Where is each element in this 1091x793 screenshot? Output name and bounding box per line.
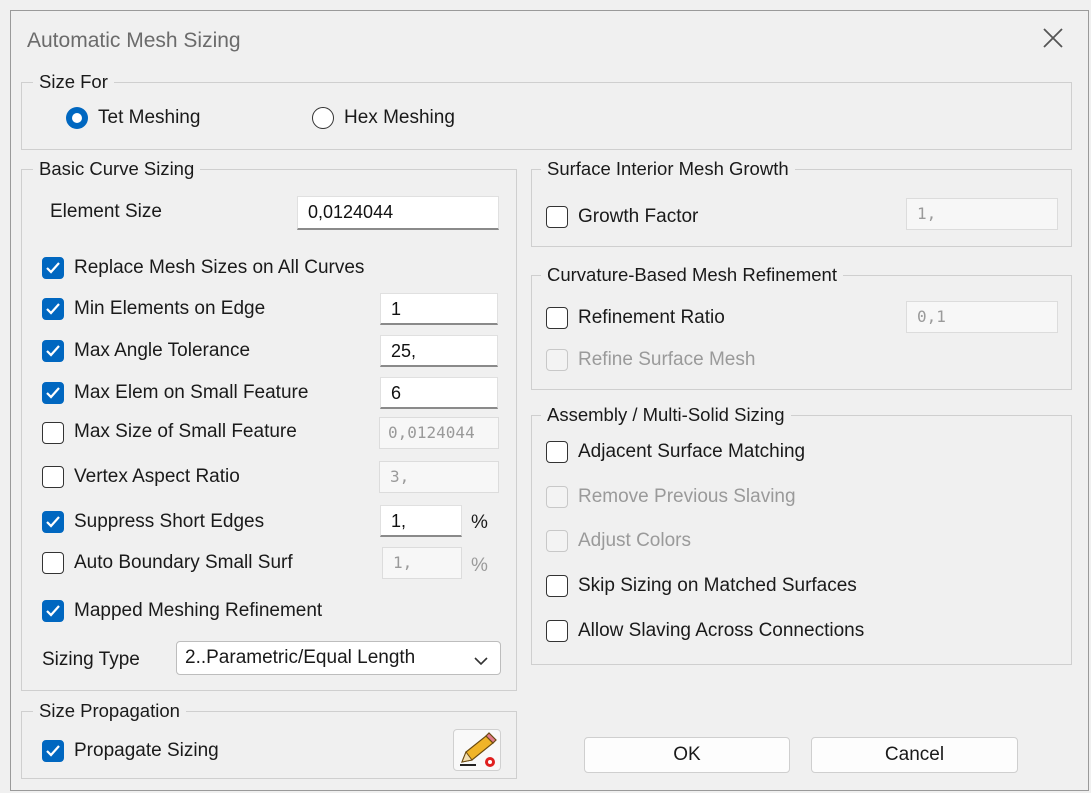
sizing-type-select[interactable]: 2..Parametric/Equal Length [176, 641, 501, 675]
max-angle-label[interactable]: Max Angle Tolerance [74, 339, 250, 363]
growth-factor-checkbox[interactable] [546, 206, 568, 228]
max-elem-label[interactable]: Max Elem on Small Feature [74, 381, 308, 405]
element-size-label: Element Size [50, 201, 162, 222]
close-icon[interactable] [1036, 21, 1070, 55]
suppress-short-edges-label[interactable]: Suppress Short Edges [74, 510, 264, 534]
sizing-type-label: Sizing Type [42, 649, 140, 670]
tet-meshing-radio[interactable] [66, 107, 88, 129]
vertex-aspect-label[interactable]: Vertex Aspect Ratio [74, 465, 240, 489]
adjust-colors-checkbox[interactable] [546, 530, 568, 552]
min-elements-label[interactable]: Min Elements on Edge [74, 297, 265, 321]
suppress-percent-unit: % [471, 512, 488, 533]
suppress-short-edges-checkbox[interactable] [42, 511, 64, 533]
chevron-down-icon [473, 651, 489, 673]
propagate-sizing-checkbox[interactable] [42, 740, 64, 762]
max-size-checkbox[interactable] [42, 422, 64, 444]
max-size-label[interactable]: Max Size of Small Feature [74, 420, 297, 444]
growth-label: Surface Interior Mesh Growth [541, 158, 795, 180]
vertex-aspect-input[interactable]: 3, [379, 461, 499, 493]
dialog-title: Automatic Mesh Sizing [27, 29, 241, 52]
size-for-label: Size For [33, 71, 114, 93]
growth-factor-label[interactable]: Growth Factor [578, 205, 698, 229]
min-elements-checkbox[interactable] [42, 298, 64, 320]
refinement-ratio-input[interactable]: 0,1 [906, 301, 1058, 333]
sizing-type-value: 2..Parametric/Equal Length [185, 647, 416, 668]
refine-surface-mesh-label[interactable]: Refine Surface Mesh [578, 348, 755, 372]
min-elements-input[interactable]: 1 [380, 293, 498, 325]
hex-meshing-label[interactable]: Hex Meshing [344, 106, 455, 130]
refine-surface-mesh-checkbox[interactable] [546, 349, 568, 371]
vertex-aspect-checkbox[interactable] [42, 466, 64, 488]
adjacent-surface-checkbox[interactable] [546, 441, 568, 463]
auto-boundary-label[interactable]: Auto Boundary Small Surf [74, 551, 293, 575]
max-angle-checkbox[interactable] [42, 340, 64, 362]
replace-mesh-sizes-checkbox[interactable] [42, 257, 64, 279]
refinement-ratio-checkbox[interactable] [546, 307, 568, 329]
auto-boundary-checkbox[interactable] [42, 552, 64, 574]
tet-meshing-label[interactable]: Tet Meshing [98, 106, 200, 130]
max-angle-input[interactable]: 25, [380, 335, 498, 367]
refinement-ratio-label[interactable]: Refinement Ratio [578, 306, 725, 330]
remove-slaving-checkbox[interactable] [546, 486, 568, 508]
suppress-short-edges-input[interactable]: 1, [380, 505, 462, 537]
growth-factor-input[interactable]: 1, [906, 198, 1058, 230]
skip-sizing-label[interactable]: Skip Sizing on Matched Surfaces [578, 574, 857, 598]
edit-pencil-icon[interactable] [453, 729, 501, 771]
hex-meshing-radio[interactable] [312, 107, 334, 129]
max-elem-input[interactable]: 6 [380, 377, 498, 409]
propagate-sizing-label[interactable]: Propagate Sizing [74, 739, 219, 763]
element-size-input[interactable]: 0,0124044 [297, 196, 499, 230]
mapped-meshing-checkbox[interactable] [42, 600, 64, 622]
max-size-input[interactable]: 0,0124044 [379, 417, 499, 449]
adjust-colors-label[interactable]: Adjust Colors [578, 529, 691, 553]
size-propagation-label: Size Propagation [33, 700, 186, 722]
cancel-button[interactable]: Cancel [811, 737, 1018, 773]
replace-mesh-sizes-label[interactable]: Replace Mesh Sizes on All Curves [74, 256, 364, 280]
ok-button[interactable]: OK [584, 737, 790, 773]
allow-slaving-checkbox[interactable] [546, 620, 568, 642]
mapped-meshing-label[interactable]: Mapped Meshing Refinement [74, 599, 322, 623]
assembly-label: Assembly / Multi-Solid Sizing [541, 404, 791, 426]
max-elem-checkbox[interactable] [42, 382, 64, 404]
adjacent-surface-label[interactable]: Adjacent Surface Matching [578, 440, 805, 464]
basic-curve-sizing-label: Basic Curve Sizing [33, 158, 201, 180]
skip-sizing-checkbox[interactable] [546, 575, 568, 597]
allow-slaving-label[interactable]: Allow Slaving Across Connections [578, 619, 864, 643]
remove-slaving-label[interactable]: Remove Previous Slaving [578, 485, 796, 509]
dialog-window: Automatic Mesh Sizing Size For Tet Meshi… [10, 10, 1089, 791]
auto-boundary-input[interactable]: 1, [382, 547, 462, 579]
auto-boundary-percent-unit: % [471, 555, 488, 576]
curvature-label: Curvature-Based Mesh Refinement [541, 264, 843, 286]
